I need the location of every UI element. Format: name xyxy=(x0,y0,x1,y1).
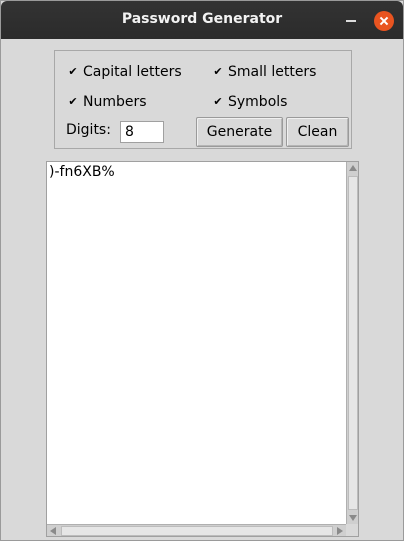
digits-input[interactable] xyxy=(120,121,164,143)
horizontal-scrollbar[interactable] xyxy=(47,524,346,536)
close-icon[interactable] xyxy=(374,11,394,31)
vertical-scroll-thumb[interactable] xyxy=(348,176,358,510)
scroll-down-icon[interactable] xyxy=(349,515,357,521)
scroll-right-icon[interactable] xyxy=(337,527,343,535)
checkmark-icon[interactable]: ✔ xyxy=(68,96,78,107)
capital-letters-label: Capital letters xyxy=(83,64,182,80)
clean-button[interactable]: Clean xyxy=(286,117,349,147)
minimize-icon[interactable] xyxy=(346,20,356,22)
generate-button[interactable]: Generate xyxy=(196,117,283,147)
capital-letters-checkbox[interactable]: ✔ Capital letters xyxy=(68,64,182,80)
scroll-up-icon[interactable] xyxy=(349,165,357,171)
scroll-left-icon[interactable] xyxy=(50,527,56,535)
title-bar[interactable]: Password Generator xyxy=(1,1,403,39)
password-output-textarea[interactable]: )-fn6XB% xyxy=(46,161,359,537)
small-letters-label: Small letters xyxy=(228,64,317,80)
digits-label: Digits: xyxy=(66,122,111,138)
symbols-checkbox[interactable]: ✔ Symbols xyxy=(213,94,287,110)
checkmark-icon[interactable]: ✔ xyxy=(213,96,223,107)
vertical-scrollbar[interactable] xyxy=(346,162,358,524)
password-text: )-fn6XB% xyxy=(49,164,115,180)
checkmark-icon[interactable]: ✔ xyxy=(68,66,78,77)
small-letters-checkbox[interactable]: ✔ Small letters xyxy=(213,64,316,80)
symbols-label: Symbols xyxy=(228,94,288,110)
numbers-checkbox[interactable]: ✔ Numbers xyxy=(68,94,147,110)
scroll-corner xyxy=(346,524,358,536)
app-window: Password Generator ✔ Capital letters ✔ S… xyxy=(0,0,404,541)
window-title: Password Generator xyxy=(121,11,283,27)
checkmark-icon[interactable]: ✔ xyxy=(213,66,223,77)
numbers-label: Numbers xyxy=(83,94,147,110)
options-panel: ✔ Capital letters ✔ Small letters ✔ Numb… xyxy=(54,50,352,149)
horizontal-scroll-thumb[interactable] xyxy=(61,526,333,536)
